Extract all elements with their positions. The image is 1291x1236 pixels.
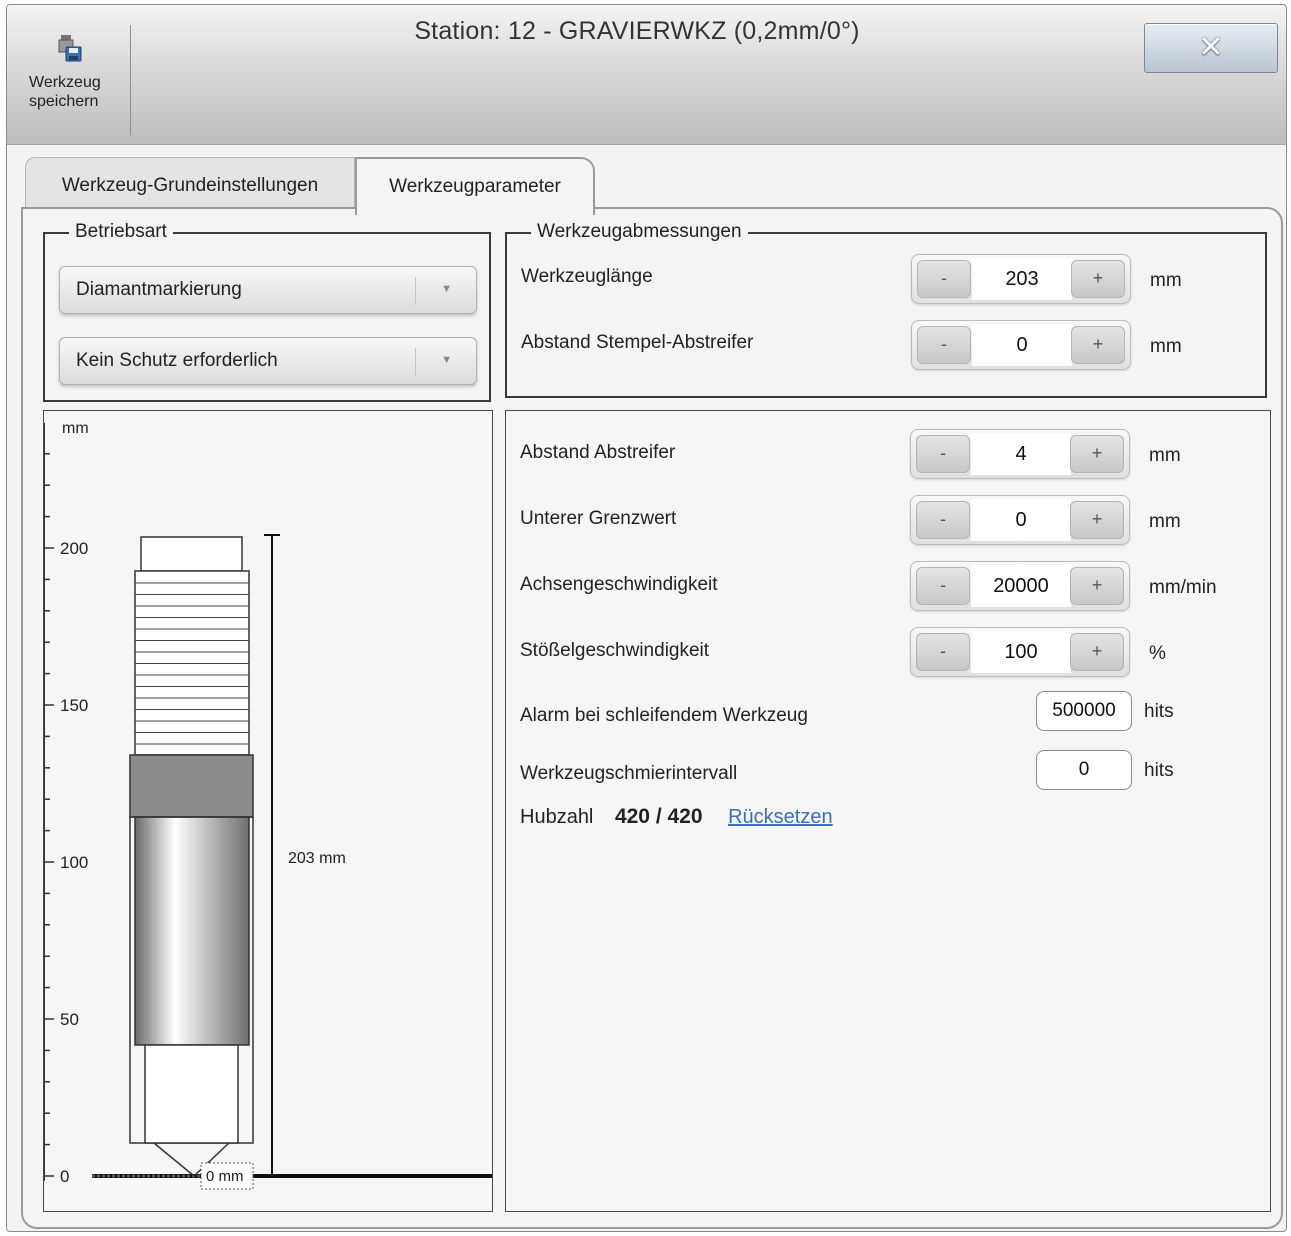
- unterer-grenzwert-unit: mm: [1149, 511, 1181, 532]
- abstand-abstreifer-label: Abstand Abstreifer: [520, 442, 676, 463]
- tool-dialog-window: Werkzeug speichern Station: 12 - GRAVIER…: [6, 4, 1287, 1232]
- tool-parameters-box: Abstand Abstreifer - 4 + mm Unterer Gren…: [505, 410, 1271, 1212]
- save-tool-label: Werkzeug speichern: [29, 74, 101, 110]
- increment-button[interactable]: +: [1070, 633, 1124, 671]
- werkzeugabmessungen-group: Werkzeugabmessungen Werkzeuglänge - 203 …: [505, 221, 1267, 398]
- alarm-schleifendes-werkzeug-input[interactable]: 500000: [1036, 691, 1132, 731]
- stoesselgeschwindigkeit-label: Stößelgeschwindigkeit: [520, 640, 710, 661]
- y-axis-unit-label: mm: [62, 420, 89, 437]
- tab-werkzeug-grundeinstellungen[interactable]: Werkzeug-Grundeinstellungen: [25, 157, 355, 213]
- abstand-abstreifer-stepper: - 4 +: [910, 429, 1130, 479]
- werkzeuglaenge-stepper: - 203 +: [911, 254, 1131, 304]
- y-axis-tick-label: 200: [60, 539, 88, 558]
- stoesselgeschwindigkeit-unit: %: [1149, 643, 1166, 664]
- tool-insert: [144, 1044, 239, 1144]
- abstand-abstreifer-value[interactable]: 4: [971, 433, 1071, 475]
- alarm-schleifendes-werkzeug-label: Alarm bei schleifendem Werkzeug: [520, 705, 808, 726]
- unterer-grenzwert-label: Unterer Grenzwert: [520, 508, 677, 529]
- y-axis-tick-label: 50: [60, 1010, 79, 1029]
- achsengeschwindigkeit-stepper: - 20000 +: [910, 561, 1130, 611]
- chevron-down-icon: ▼: [441, 283, 452, 295]
- title-bar: Werkzeug speichern Station: 12 - GRAVIER…: [7, 5, 1286, 145]
- length-dimension-label: 203 mm: [288, 850, 346, 867]
- close-button[interactable]: ✕: [1144, 23, 1278, 73]
- protection-dropdown[interactable]: Kein Schutz erforderlich ▼: [59, 337, 477, 385]
- betriebsart-title: Betriebsart: [69, 221, 173, 243]
- abstand-stempel-abstreifer-stepper: - 0 +: [911, 320, 1131, 370]
- tab-panel-werkzeugparameter: Betriebsart Diamantmarkierung ▼ Kein Sch…: [21, 207, 1283, 1229]
- werkzeugabmessungen-title: Werkzeugabmessungen: [531, 221, 748, 243]
- alarm-schleifendes-werkzeug-unit: hits: [1144, 701, 1174, 722]
- stoesselgeschwindigkeit-stepper: - 100 +: [910, 627, 1130, 677]
- increment-button[interactable]: +: [1070, 435, 1124, 473]
- increment-button[interactable]: +: [1070, 501, 1124, 539]
- werkzeuglaenge-value[interactable]: 203: [972, 258, 1072, 300]
- decrement-button[interactable]: -: [917, 260, 971, 298]
- stroke-count-value: 420 / 420: [614, 805, 703, 828]
- y-axis-tick-label: 0: [60, 1167, 69, 1186]
- tool-head: [140, 536, 243, 572]
- achsengeschwindigkeit-label: Achsengeschwindigkeit: [520, 574, 718, 595]
- werkzeuglaenge-label: Werkzeuglänge: [521, 266, 653, 287]
- unterer-grenzwert-stepper: - 0 +: [910, 495, 1130, 545]
- save-disk-icon: [58, 35, 82, 62]
- window-title: Station: 12 - GRAVIERWKZ (0,2mm/0°): [414, 17, 860, 45]
- werkzeugschmierintervall-input[interactable]: 0: [1036, 750, 1132, 790]
- decrement-button[interactable]: -: [916, 567, 970, 605]
- decrement-button[interactable]: -: [916, 633, 970, 671]
- betriebsart-group: Betriebsart Diamantmarkierung ▼ Kein Sch…: [43, 221, 491, 402]
- stroke-count-row: Hubzahl 420 / 420 Rücksetzen: [520, 805, 833, 829]
- reset-stroke-count-link[interactable]: Rücksetzen: [728, 806, 833, 828]
- unterer-grenzwert-value[interactable]: 0: [971, 499, 1071, 541]
- werkzeugschmierintervall-label: Werkzeugschmierintervall: [520, 763, 738, 784]
- werkzeugschmierintervall-unit: hits: [1144, 760, 1174, 781]
- dropdown-separator: [415, 277, 416, 305]
- increment-button[interactable]: +: [1070, 567, 1124, 605]
- y-axis-minor-ticks: [44, 453, 54, 1177]
- save-tool-button[interactable]: Werkzeug speichern: [11, 25, 131, 135]
- dropdown-separator: [415, 348, 416, 376]
- y-axis-tick-labels: 200 150 100 50 0: [60, 539, 88, 1186]
- tool-diagram-svg: mm 200 150 100 50 0 203 mm 0 mm: [44, 420, 492, 1190]
- decrement-button[interactable]: -: [916, 501, 970, 539]
- chevron-down-icon: ▼: [441, 354, 452, 366]
- increment-button[interactable]: +: [1071, 326, 1125, 364]
- tool-collar: [129, 754, 254, 818]
- y-axis-tick-label: 100: [60, 853, 88, 872]
- abstand-stempel-abstreifer-label: Abstand Stempel-Abstreifer: [521, 332, 754, 353]
- abstand-stempel-abstreifer-value[interactable]: 0: [972, 324, 1072, 366]
- protection-dropdown-value: Kein Schutz erforderlich: [76, 350, 278, 371]
- stoesselgeschwindigkeit-value[interactable]: 100: [971, 631, 1071, 673]
- close-icon: ✕: [1198, 31, 1224, 64]
- mode-dropdown[interactable]: Diamantmarkierung ▼: [59, 266, 477, 314]
- mode-dropdown-value: Diamantmarkierung: [76, 279, 242, 300]
- decrement-button[interactable]: -: [917, 326, 971, 364]
- increment-button[interactable]: +: [1071, 260, 1125, 298]
- tab-werkzeugparameter[interactable]: Werkzeugparameter: [355, 157, 595, 215]
- tool-length-diagram: mm 200 150 100 50 0 203 mm 0 mm: [43, 410, 493, 1212]
- achsengeschwindigkeit-value[interactable]: 20000: [971, 565, 1071, 607]
- tool-shank: [134, 816, 250, 1046]
- achsengeschwindigkeit-unit: mm/min: [1149, 577, 1217, 598]
- tip-label: 0 mm: [206, 1168, 244, 1185]
- decrement-button[interactable]: -: [916, 435, 970, 473]
- stroke-count-label: Hubzahl: [520, 806, 594, 828]
- abstand-abstreifer-unit: mm: [1149, 445, 1181, 466]
- y-axis-tick-label: 150: [60, 696, 88, 715]
- abstand-stempel-abstreifer-unit: mm: [1150, 336, 1182, 357]
- werkzeuglaenge-unit: mm: [1150, 270, 1182, 291]
